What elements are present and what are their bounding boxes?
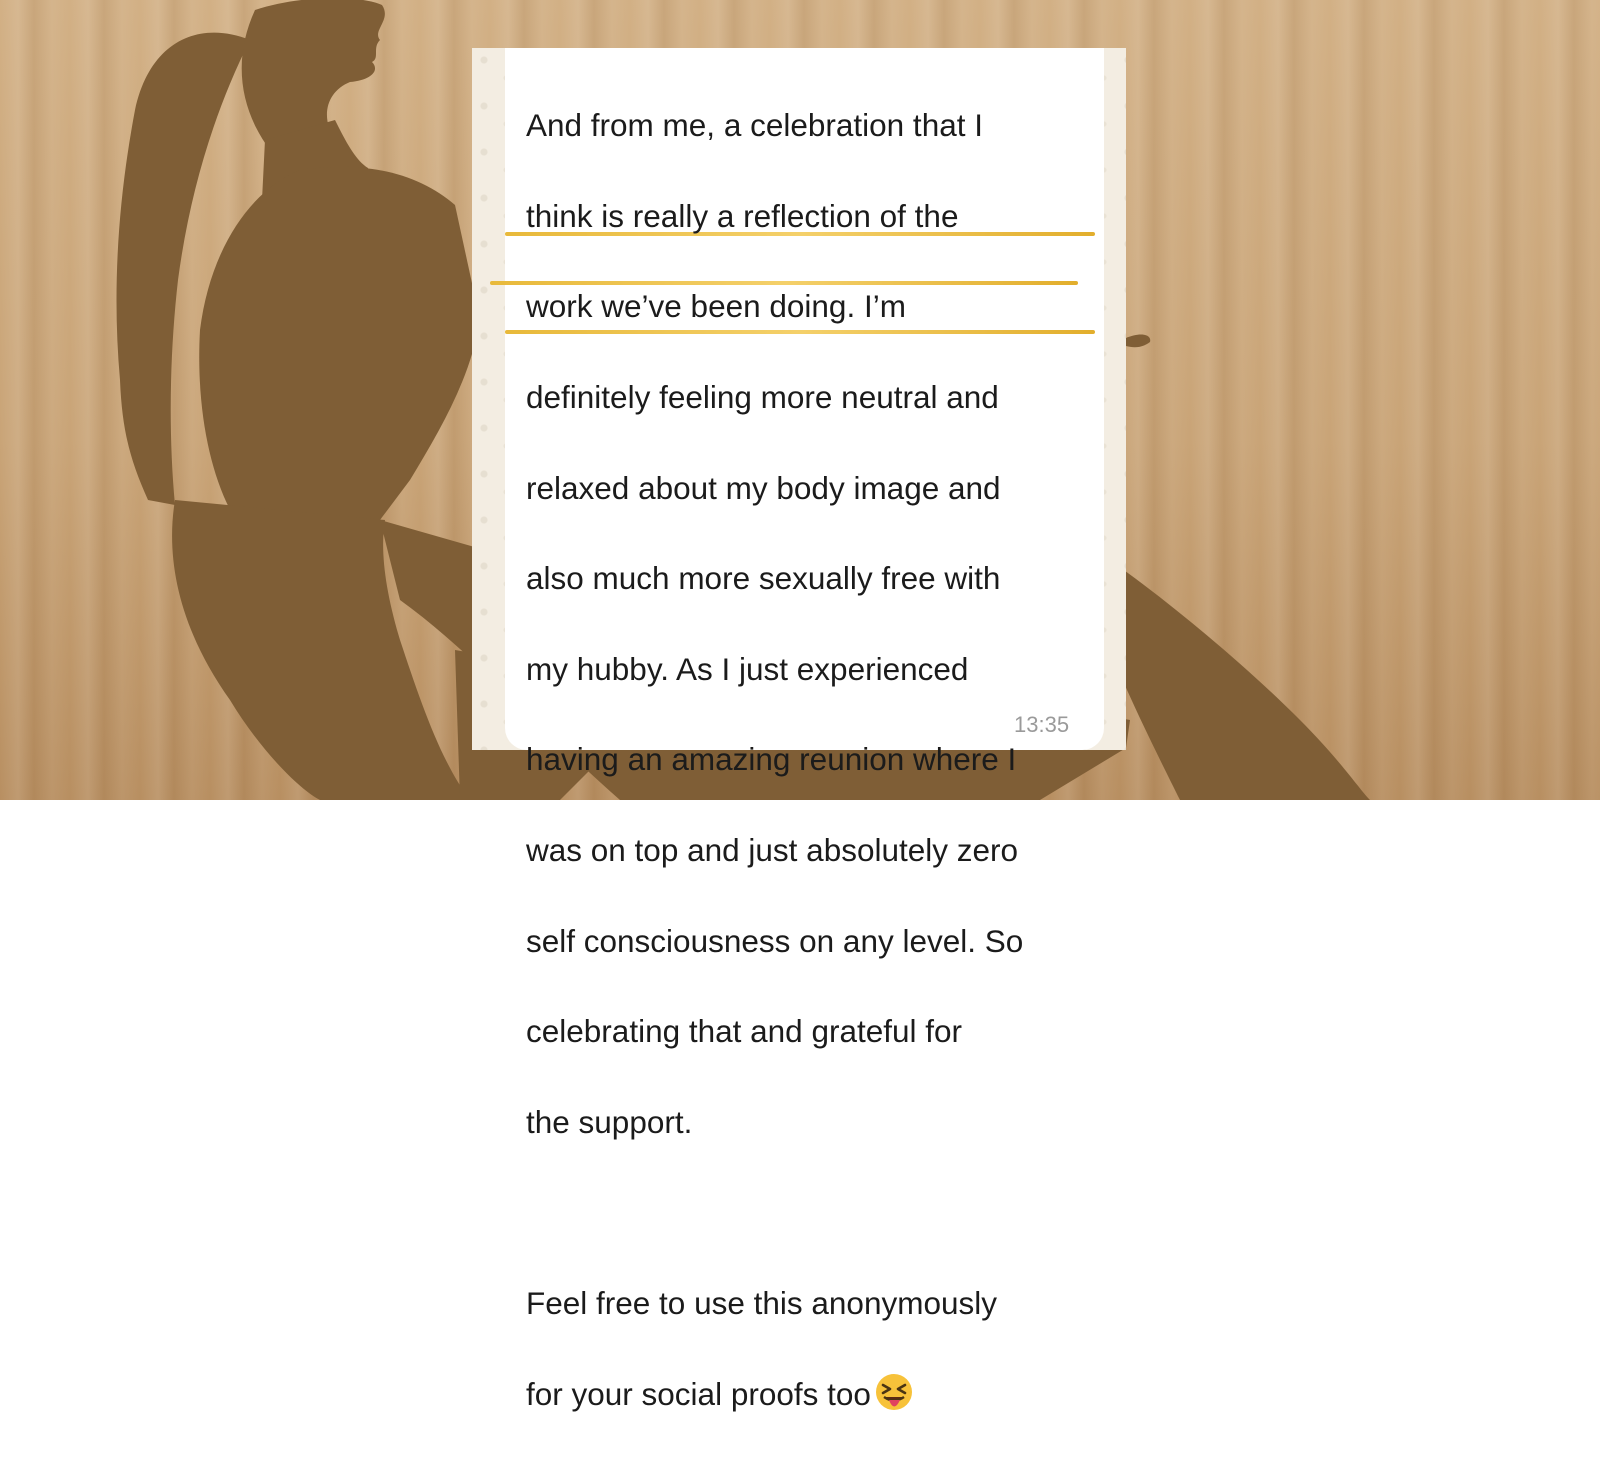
message-line: definitely feeling more neutral and (526, 379, 999, 416)
message-line: think is really a reflection of the (526, 197, 959, 234)
message-line: relaxed about my body image and (526, 469, 1001, 506)
message-line: And from me, a celebration that I (526, 107, 983, 144)
message-line: also much more sexually free with (526, 560, 1001, 597)
squinting-face-with-tongue-icon (875, 1373, 913, 1425)
message-line: was on top and just absolutely zero (526, 832, 1019, 869)
message-spacer (526, 1190, 1098, 1235)
message-line: work we’ve been doing. I’m (526, 288, 906, 325)
message-line: my hubby. As I just experienced (526, 650, 969, 687)
message-line: having an amazing reunion where I (526, 741, 1017, 778)
message-text: And from me, a celebration that I think … (526, 58, 1098, 1470)
message-last-line: for your social proofs too (526, 1372, 1098, 1425)
message-line-text: for your social proofs too (526, 1375, 871, 1412)
message-line: self consciousness on any level. So (526, 922, 1024, 959)
message-line: celebrating that and grateful for (526, 1013, 963, 1050)
message-line: the support. (526, 1103, 693, 1140)
message-timestamp: 13:35 (1014, 712, 1070, 737)
message-line: Feel free to use this anonymously (526, 1285, 997, 1322)
